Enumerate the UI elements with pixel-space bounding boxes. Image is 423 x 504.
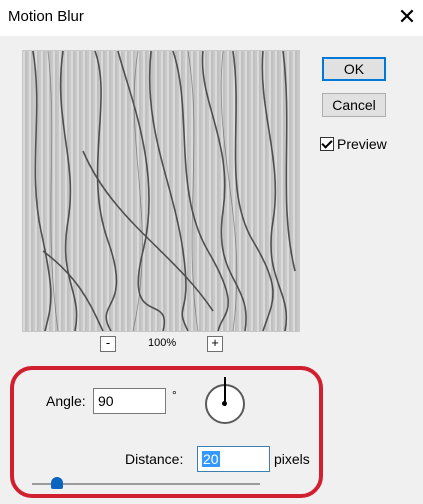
ok-button[interactable]: OK [322, 57, 386, 81]
zoom-in-button[interactable]: + [207, 336, 223, 352]
distance-value: 20 [202, 451, 220, 467]
preview-checkbox-label[interactable]: Preview [337, 136, 387, 152]
title-bar: Motion Blur ✕ [0, 0, 423, 36]
preview-checkbox[interactable] [320, 137, 334, 151]
distance-unit: pixels [274, 451, 310, 467]
close-icon[interactable]: ✕ [392, 2, 422, 32]
motion-blur-dialog: Motion Blur ✕ - 100% + OK Cancel Preview… [0, 0, 423, 504]
preview-image[interactable] [22, 50, 300, 332]
distance-label: Distance: [125, 451, 184, 467]
distance-input[interactable]: 20 [197, 446, 270, 472]
zoom-out-button[interactable]: - [100, 336, 116, 352]
zoom-level: 100% [148, 337, 177, 349]
cancel-button[interactable]: Cancel [322, 93, 386, 117]
window-title: Motion Blur [8, 8, 84, 25]
angle-dial-center [222, 401, 227, 406]
distance-slider-track[interactable] [32, 483, 260, 485]
angle-label: Angle: [46, 393, 86, 409]
slider-thumb-icon[interactable] [51, 477, 63, 489]
angle-input[interactable]: 90 [93, 388, 166, 414]
wood-grain-texture [23, 51, 299, 331]
angle-unit: ° [172, 388, 177, 402]
